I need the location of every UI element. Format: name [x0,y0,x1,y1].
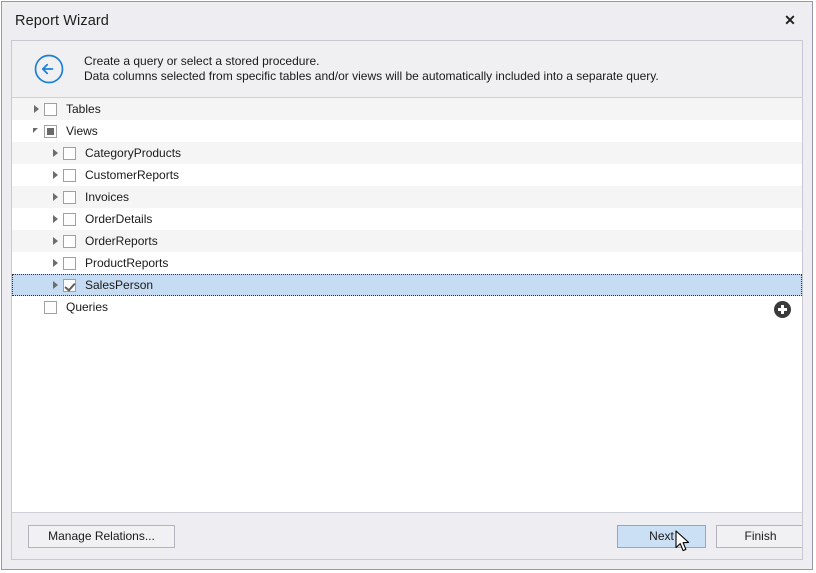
chevron-right-icon[interactable] [49,230,63,252]
wizard-header: Create a query or select a stored proced… [12,41,802,98]
chevron-right-icon[interactable] [49,208,63,230]
checkbox-views[interactable] [44,125,57,138]
next-button[interactable]: Next [617,525,706,548]
chevron-down-icon[interactable] [30,120,44,142]
checkbox-customerreports[interactable] [63,169,76,182]
add-query-icon[interactable] [774,301,791,318]
wizard-header-line1: Create a query or select a stored proced… [84,54,659,70]
wizard-header-text: Create a query or select a stored proced… [84,54,659,85]
tree-item-label: CategoryProducts [85,146,181,160]
finish-button[interactable]: Finish [716,525,803,548]
report-wizard-dialog: Report Wizard ✕ Create a query or select… [1,1,813,570]
wizard-header-line2: Data columns selected from specific tabl… [84,69,659,85]
tree-item-label: OrderReports [85,234,158,248]
window-title: Report Wizard [15,13,109,29]
dialog-footer: Manage Relations... Next Finish [12,513,802,559]
tree-row[interactable]: SalesPerson [12,274,802,296]
tree-row[interactable]: CategoryProducts [12,142,802,164]
tree-item-label: Views [66,124,98,138]
manage-relations-button[interactable]: Manage Relations... [28,525,175,548]
tree-item-label: Queries [66,300,108,314]
tree-item-label: Invoices [85,190,129,204]
close-icon[interactable]: ✕ [768,2,812,38]
chevron-right-icon[interactable] [30,98,44,120]
chevron-right-icon[interactable] [49,274,63,296]
tree-arrow-placeholder [30,296,44,318]
tree-row[interactable]: CustomerReports [12,164,802,186]
dialog-body: Create a query or select a stored proced… [11,40,803,560]
checkbox-categoryproducts[interactable] [63,147,76,160]
checkbox-orderdetails[interactable] [63,213,76,226]
chevron-right-icon[interactable] [49,164,63,186]
tree-row[interactable]: OrderDetails [12,208,802,230]
tree-row[interactable]: Tables [12,98,802,120]
chevron-right-icon[interactable] [49,142,63,164]
tree-item-label: CustomerReports [85,168,179,182]
tree-row[interactable]: OrderReports [12,230,802,252]
checkbox-orderreports[interactable] [63,235,76,248]
checkbox-tables[interactable] [44,103,57,116]
tree-row[interactable]: Queries [12,296,802,318]
chevron-right-icon[interactable] [49,252,63,274]
tree-item-label: ProductReports [85,256,168,270]
chevron-right-icon[interactable] [49,186,63,208]
back-arrow-icon[interactable] [33,53,65,85]
tree-item-label: OrderDetails [85,212,152,226]
tree-row[interactable]: Invoices [12,186,802,208]
tree-row[interactable]: ProductReports [12,252,802,274]
tree-item-label: Tables [66,102,101,116]
tree-item-label: SalesPerson [85,278,153,292]
tree-row[interactable]: Views [12,120,802,142]
title-bar: Report Wizard ✕ [2,2,812,40]
checkbox-salesperson[interactable] [63,279,76,292]
checkbox-productreports[interactable] [63,257,76,270]
checkbox-queries[interactable] [44,301,57,314]
checkbox-invoices[interactable] [63,191,76,204]
data-source-tree: Tables Views CategoryProducts CustomerRepor… [12,98,802,513]
